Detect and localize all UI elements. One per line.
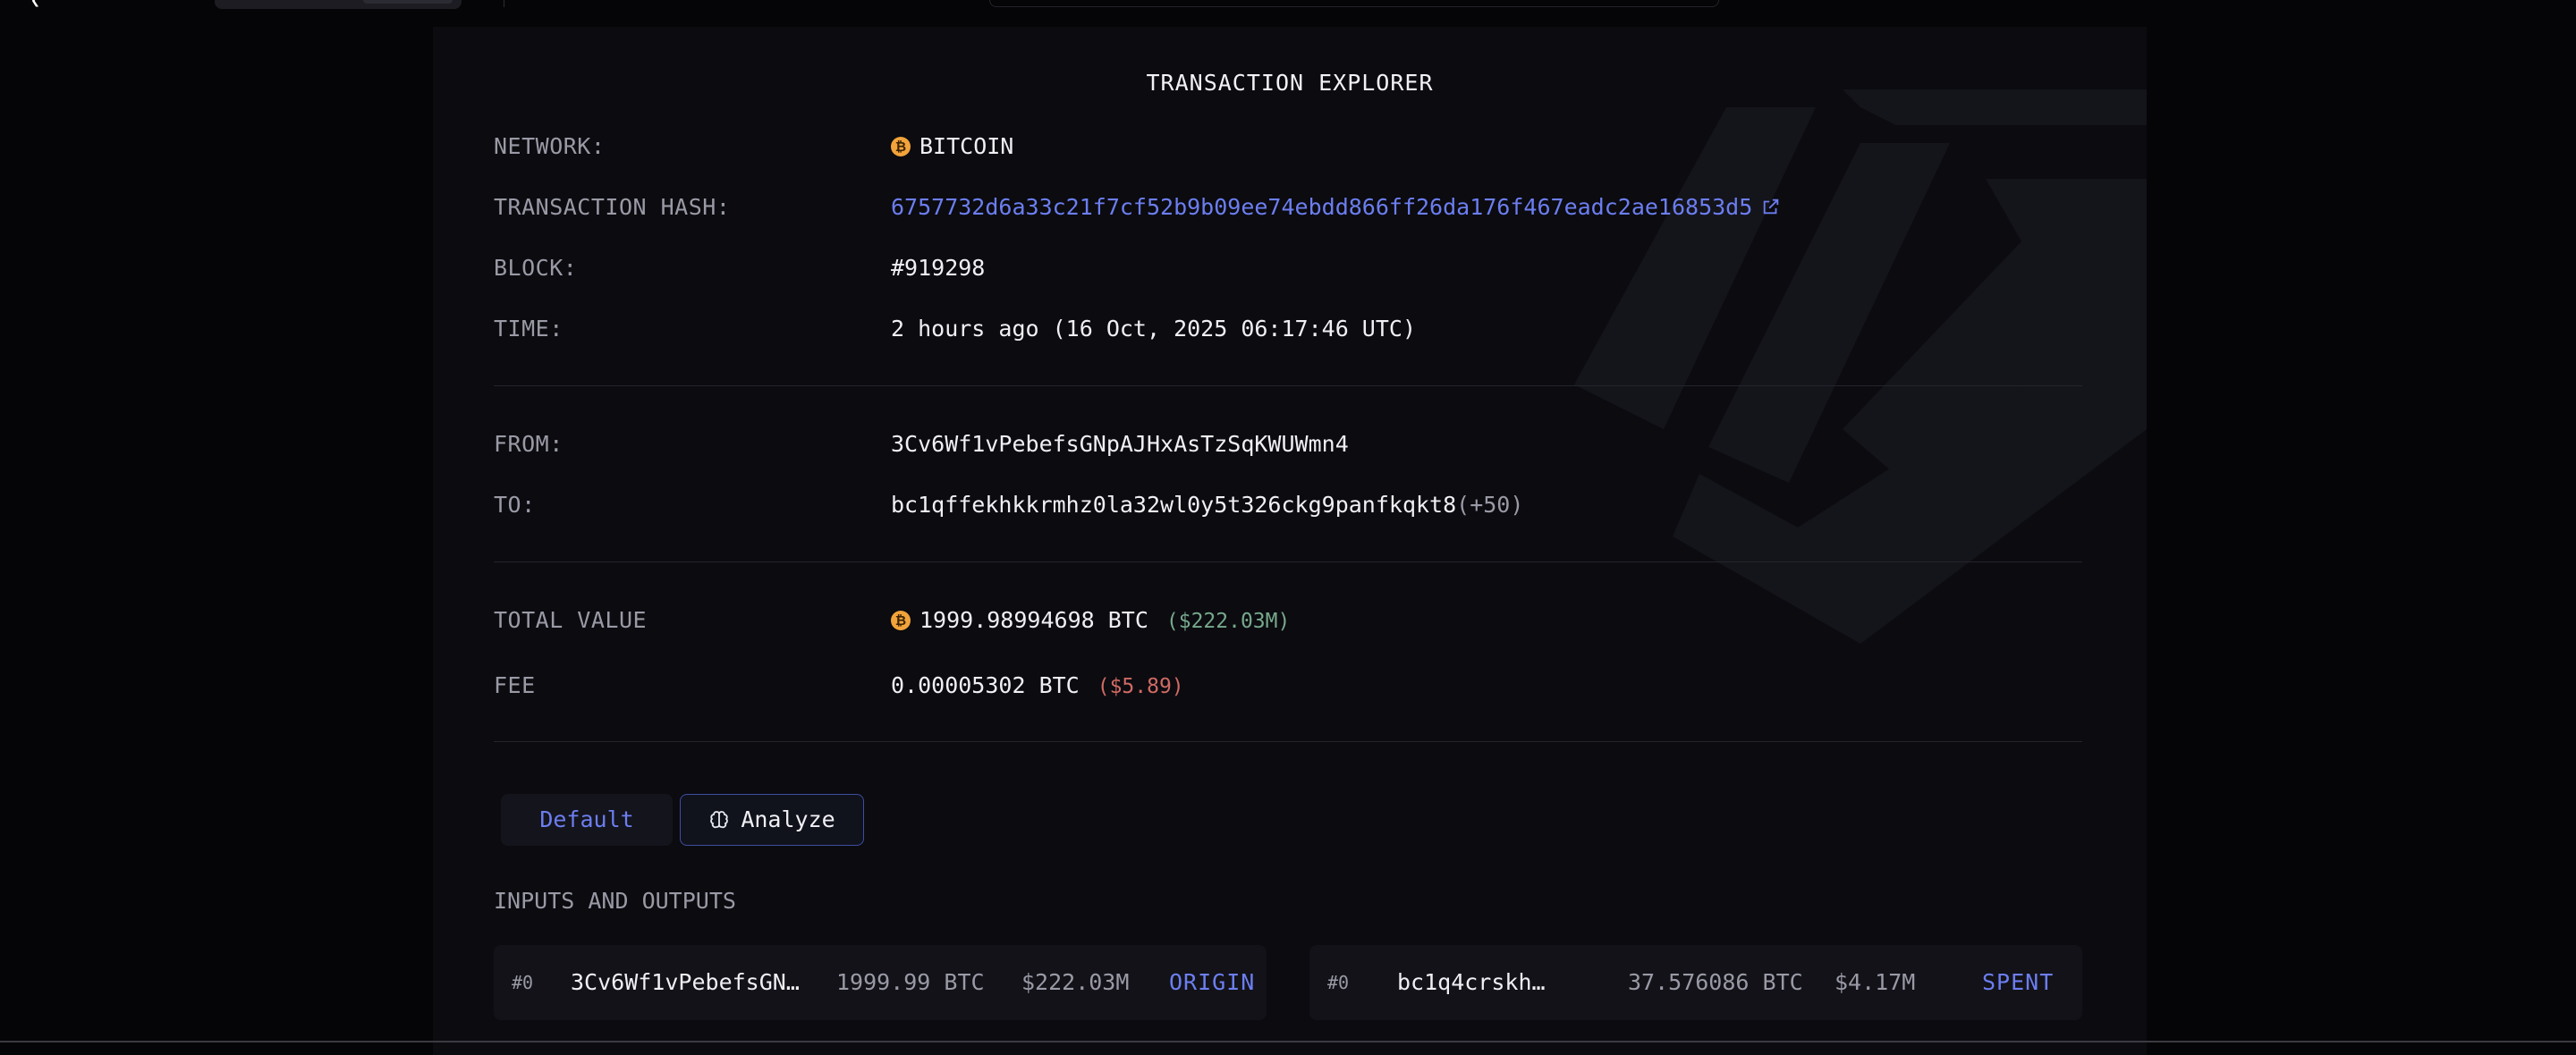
to-address[interactable]: bc1qffekhkkrmhz0la32wl0y5t326ckg9panfkqk… <box>891 492 1456 518</box>
tab-analyze-label: Analyze <box>741 806 835 832</box>
input-address[interactable]: 3Cv6Wf1vPebefsGN… <box>571 945 800 1020</box>
network-value: ₿ BITCOIN <box>891 133 1013 159</box>
bitcoin-icon: ₿ <box>891 611 911 630</box>
page-title: TRANSACTION EXPLORER <box>1146 70 1434 96</box>
output-status[interactable]: SPENT <box>1982 945 2054 1020</box>
total-value-row: TOTAL VALUE ₿ 1999.98994698 BTC ($222.03M) <box>494 607 1290 633</box>
fee-usd: ($5.89) <box>1097 675 1184 698</box>
bitcoin-icon: ₿ <box>891 137 911 156</box>
total-value: ₿ 1999.98994698 BTC ($222.03M) <box>891 607 1290 633</box>
total-value-label: TOTAL VALUE <box>494 607 648 633</box>
to-label: TO: <box>494 492 536 518</box>
output-card[interactable]: #0 bc1q4crskh… 37.576086 BTC $4.17M SPEN… <box>1309 945 2082 1020</box>
network-name: BITCOIN <box>919 133 1014 159</box>
top-nav-control[interactable] <box>215 0 462 9</box>
input-index: #0 <box>512 972 534 993</box>
transaction-hash-link[interactable]: 6757732d6a33c21f7cf52b9b09ee74ebdd866ff2… <box>891 194 1752 220</box>
external-link-icon[interactable] <box>1761 197 1781 216</box>
total-value-usd: ($222.03M) <box>1165 610 1291 633</box>
block-value[interactable]: #919298 <box>891 255 985 281</box>
block-label: BLOCK: <box>494 255 578 281</box>
to-row: TO: bc1qffekhkkrmhz0la32wl0y5t326ckg9pan… <box>494 492 1523 518</box>
fee-amount: 0.00005302 BTC <box>891 672 1080 698</box>
block-row: BLOCK: #919298 <box>494 255 985 281</box>
top-nav-control-inner[interactable] <box>363 0 453 4</box>
output-index: #0 <box>1327 972 1350 993</box>
divider-3 <box>494 741 2082 742</box>
output-btc: 37.576086 BTC <box>1628 969 1803 995</box>
hash-label: TRANSACTION HASH: <box>494 194 731 220</box>
to-value: bc1qffekhkkrmhz0la32wl0y5t326ckg9panfkqk… <box>891 492 1523 518</box>
time-label: TIME: <box>494 316 564 342</box>
to-extra-count[interactable]: (+50) <box>1456 492 1523 518</box>
back-arrow-icon[interactable]: ❮ <box>30 0 47 9</box>
input-status[interactable]: ORIGIN <box>1169 945 1255 1020</box>
from-label: FROM: <box>494 431 564 457</box>
total-value-amount: 1999.98994698 BTC <box>919 607 1148 633</box>
search-bar[interactable] <box>989 0 1719 7</box>
inputs-outputs-heading: INPUTS AND OUTPUTS <box>494 888 736 914</box>
from-row: FROM: 3Cv6Wf1vPebefsGNpAJHxAsTzSqKWUWmn4 <box>494 431 1349 457</box>
network-row: NETWORK: ₿ BITCOIN <box>494 133 1013 159</box>
time-value: 2 hours ago (16 Oct, 2025 06:17:46 UTC) <box>891 316 1416 342</box>
divider-2 <box>494 561 2082 562</box>
output-address[interactable]: bc1q4crskh… <box>1397 945 1546 1020</box>
tab-analyze[interactable]: Analyze <box>680 794 864 846</box>
time-row: TIME: 2 hours ago (16 Oct, 2025 06:17:46… <box>494 316 1416 342</box>
tab-default[interactable]: Default <box>501 794 673 846</box>
fee-label: FEE <box>494 672 536 698</box>
fee-row: FEE 0.00005302 BTC ($5.89) <box>494 672 1184 698</box>
network-label: NETWORK: <box>494 133 606 159</box>
bottom-border <box>0 1041 2576 1042</box>
from-address[interactable]: 3Cv6Wf1vPebefsGNpAJHxAsTzSqKWUWmn4 <box>891 431 1349 457</box>
divider-1 <box>494 385 2082 386</box>
fee-value: 0.00005302 BTC ($5.89) <box>891 672 1184 698</box>
input-usd: $222.03M <box>1021 969 1130 995</box>
transaction-explorer-panel: TRANSACTION EXPLORER NETWORK: ₿ BITCOIN T… <box>433 27 2147 1055</box>
brain-icon <box>710 811 729 829</box>
input-card[interactable]: #0 3Cv6Wf1vPebefsGN… 1999.99 BTC $222.03… <box>494 945 1267 1020</box>
input-btc: 1999.99 BTC <box>836 969 985 995</box>
hash-value: 6757732d6a33c21f7cf52b9b09ee74ebdd866ff2… <box>891 194 1781 220</box>
hash-row: TRANSACTION HASH: 6757732d6a33c21f7cf52b… <box>494 194 1779 220</box>
output-usd: $4.17M <box>1835 969 1916 995</box>
